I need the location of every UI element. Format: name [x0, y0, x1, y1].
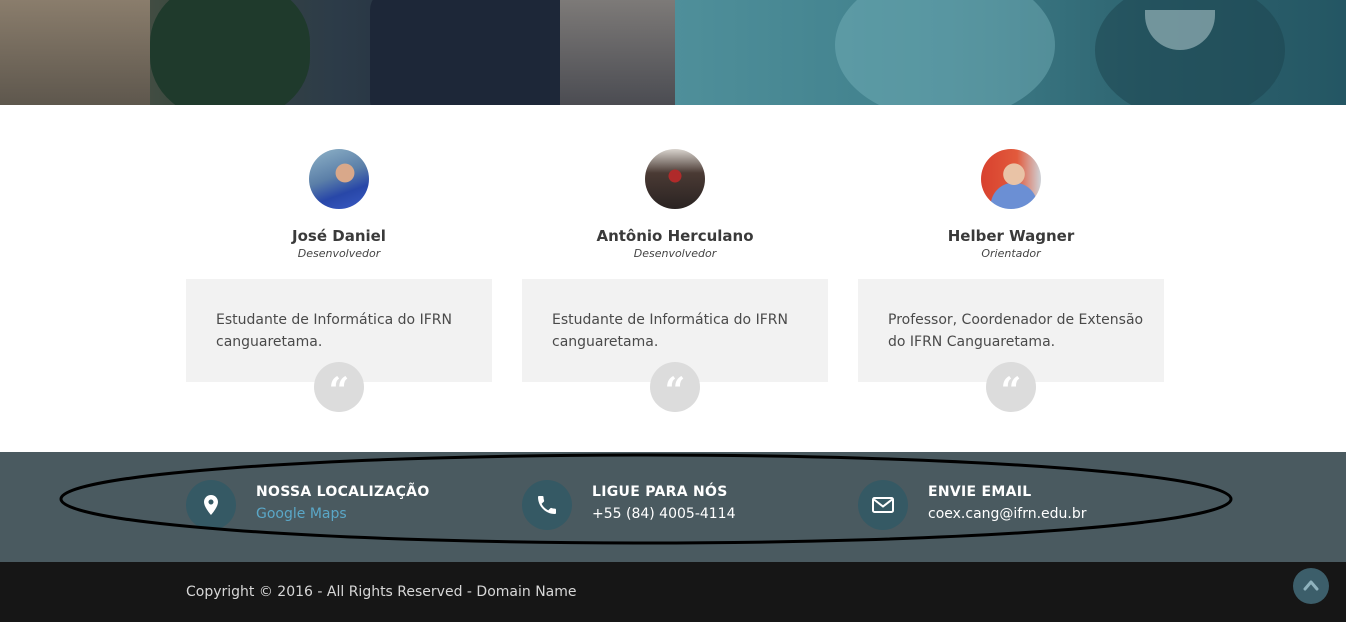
member-role: Desenvolvedor: [633, 247, 717, 260]
email-link[interactable]: coex.cang@ifrn.edu.br: [928, 506, 1087, 522]
testimonial-text: Estudante de Informática do IFRN canguar…: [216, 312, 452, 350]
contact-phone-title: LIGUE PARA NÓS: [592, 484, 728, 500]
quote-icon: “: [986, 362, 1036, 412]
copyright-text: Copyright © 2016 - All Rights Reserved -…: [186, 584, 577, 600]
map-pin-icon: [186, 480, 236, 530]
member-name: Helber Wagner: [947, 227, 1075, 245]
member-role: Orientador: [981, 247, 1041, 260]
scroll-to-top-button[interactable]: [1293, 568, 1329, 604]
quote-icon: “: [314, 362, 364, 412]
envelope-icon: [858, 480, 908, 530]
member-name: Antônio Herculano: [596, 227, 754, 245]
avatar: [981, 149, 1041, 209]
testimonial-text: Estudante de Informática do IFRN canguar…: [552, 312, 788, 350]
chevron-up-icon: [1303, 580, 1319, 591]
team-section: José Daniel Desenvolvedor Estudante de I…: [0, 105, 1346, 452]
contact-location-title: NOSSA LOCALIZAÇÃO: [256, 484, 430, 500]
footer: Copyright © 2016 - All Rights Reserved -…: [0, 562, 1346, 622]
avatar: [309, 149, 369, 209]
member-role: Desenvolvedor: [297, 247, 381, 260]
hero-image-left: [0, 0, 675, 105]
hero-image-right: [675, 0, 1346, 105]
phone-number: +55 (84) 4005-4114: [592, 506, 736, 522]
contact-strip: NOSSA LOCALIZAÇÃO Google Maps LIGUE PARA…: [0, 452, 1346, 562]
quote-icon: “: [650, 362, 700, 412]
testimonial-text: Professor, Coordenador de Extensão do IF…: [888, 312, 1144, 350]
contact-email-title: ENVIE EMAIL: [928, 484, 1032, 500]
google-maps-link[interactable]: Google Maps: [256, 506, 347, 522]
member-name: José Daniel: [292, 227, 386, 245]
hero-banner: [0, 0, 1346, 105]
phone-icon: [522, 480, 572, 530]
avatar: [645, 149, 705, 209]
